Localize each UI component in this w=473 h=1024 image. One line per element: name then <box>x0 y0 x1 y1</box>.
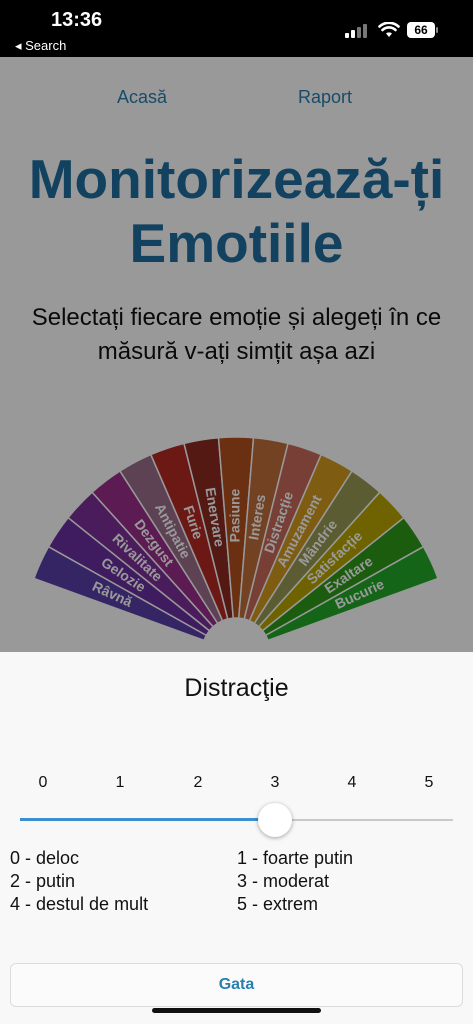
done-button[interactable]: Gata <box>10 963 463 1007</box>
legend-item: 3 - moderat <box>237 871 330 891</box>
modal-backdrop[interactable] <box>0 57 473 652</box>
slider-tick-label: 1 <box>115 774 125 791</box>
legend-item: 4 - destul de mult <box>10 894 149 914</box>
slider-tick-label: 3 <box>270 774 280 791</box>
sheet-title: Distracţie <box>184 674 289 702</box>
legend-item: 2 - putin <box>10 871 76 891</box>
status-time: 13:36 <box>51 9 103 31</box>
slider-tick-label: 2 <box>193 774 203 791</box>
slider-fill <box>20 818 276 821</box>
status-bar: 13:36 ◂ Search 66 <box>0 0 473 57</box>
back-to-search-link[interactable]: ◂ Search <box>15 38 66 54</box>
legend-item: 5 - extrem <box>237 894 319 914</box>
slider-tick-label: 0 <box>38 774 48 791</box>
battery-tip <box>436 27 438 33</box>
page-background: Acasă Raport Monitorizează-ți Emotiile S… <box>0 57 473 652</box>
home-indicator <box>152 1008 321 1013</box>
legend-item: 0 - deloc <box>10 848 80 868</box>
slider-thumb[interactable] <box>258 803 293 837</box>
slider-tick-label: 5 <box>424 774 434 791</box>
wifi-icon <box>378 22 400 37</box>
cellular-signal-icon <box>345 24 367 38</box>
intensity-sheet: Distracţie 0 1 2 3 4 5 0 - deloc 1 - foa… <box>0 652 473 1024</box>
legend-item: 1 - foarte putin <box>237 848 354 868</box>
battery-icon: 66 <box>407 22 435 38</box>
slider-tick-label: 4 <box>347 774 357 791</box>
